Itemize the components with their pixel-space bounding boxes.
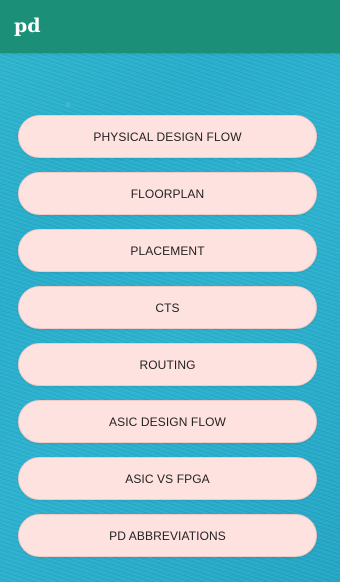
app-screen: pd PHYSICAL DESIGN FLOW FLOORPLAN PLACEM… — [0, 0, 340, 582]
menu-button-label: ROUTING — [139, 357, 196, 372]
physical-design-flow-button[interactable]: PHYSICAL DESIGN FLOW — [18, 115, 317, 158]
menu-button-label: ASIC DESIGN FLOW — [109, 414, 226, 429]
menu-button-label: FLOORPLAN — [130, 186, 205, 201]
menu-button-label: CTS — [155, 300, 180, 315]
asic-vs-fpga-button[interactable]: ASIC VS FPGA — [18, 457, 317, 500]
app-bar: pd — [0, 0, 340, 53]
asic-design-flow-button[interactable]: ASIC DESIGN FLOW — [18, 400, 317, 443]
menu-button-label: PLACEMENT — [130, 243, 205, 258]
placement-button[interactable]: PLACEMENT — [18, 229, 317, 272]
menu-button-label: ASIC VS FPGA — [125, 471, 210, 486]
pd-abbreviations-button[interactable]: PD ABBREVIATIONS — [18, 514, 317, 557]
menu-button-label: PHYSICAL DESIGN FLOW — [93, 129, 242, 144]
routing-button[interactable]: ROUTING — [18, 343, 317, 386]
cts-button[interactable]: CTS — [18, 286, 317, 329]
floorplan-button[interactable]: FLOORPLAN — [18, 172, 317, 215]
app-title: pd — [14, 15, 41, 37]
menu-button-label: PD ABBREVIATIONS — [109, 528, 226, 543]
